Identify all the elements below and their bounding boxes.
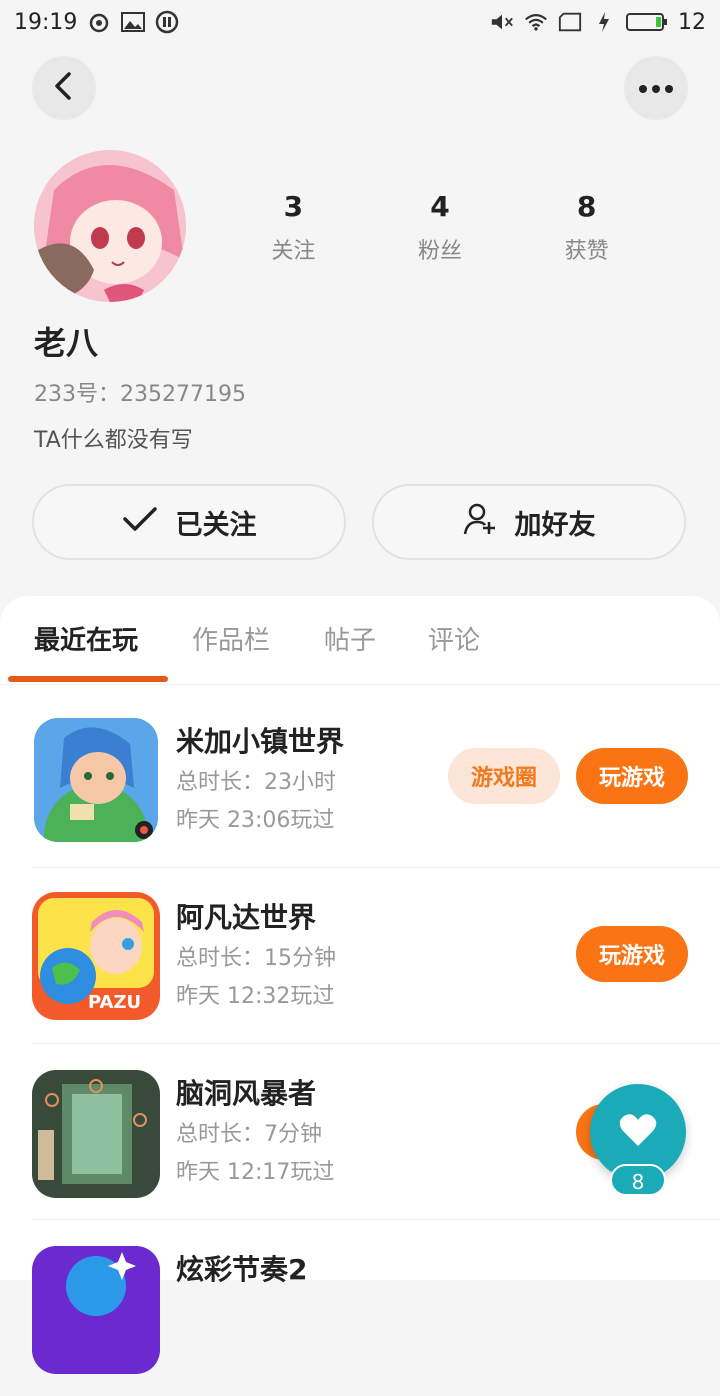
followed-label: 已关注 [175,509,257,541]
game-name: 米加小镇世界 [176,725,345,758]
stat-likes[interactable]: 8 获赞 [527,190,647,265]
game-row[interactable]: 米加小镇世界 总时长：23小时 昨天 23:06玩过 游戏圈 玩游戏 [0,692,720,868]
game-duration: 总时长：7分钟 [176,1122,322,1147]
user-id: 233号：235277195 [34,382,246,407]
game-duration: 总时长：15分钟 [176,946,336,971]
game-circle-button[interactable]: 游戏圈 [448,748,560,804]
game-row[interactable]: 炫彩节奏2 [0,1220,720,1396]
heart-icon [618,1112,658,1152]
wifi-icon [524,10,548,34]
stat-value: 4 [430,190,450,223]
alarm-icon [87,10,111,34]
game-name: 炫彩节奏2 [176,1253,308,1286]
game-icon-brain-storm [32,1070,160,1198]
image-icon [121,10,146,34]
stat-fans[interactable]: 4 粉丝 [380,190,500,265]
tab-recently-played[interactable]: 最近在玩 [34,620,138,657]
like-count-badge: 8 [610,1164,666,1196]
stat-value: 3 [283,190,304,223]
back-arrow-icon [52,71,76,105]
game-icon-avatar-world: PAZU [32,892,160,1020]
game-last-played: 昨天 23:06玩过 [176,808,335,833]
username: 老八 [34,324,99,362]
tab-posts[interactable]: 帖子 [324,620,376,657]
battery-icon [626,10,668,34]
more-dots-icon [638,79,674,98]
game-name: 阿凡达世界 [176,901,317,934]
profile-tabs: 最近在玩 作品栏 帖子 评论 [0,596,720,685]
tab-works[interactable]: 作品栏 [192,620,270,657]
profile-stats: 3 关注 4 粉丝 8 获赞 [220,190,660,265]
followed-button[interactable]: 已关注 [32,484,346,560]
game-last-played: 昨天 12:32玩过 [176,984,335,1009]
play-game-button[interactable]: 玩游戏 [576,748,688,804]
stat-label: 获赞 [564,239,609,264]
stat-label: 关注 [271,239,316,264]
status-time: 19:19 [14,9,78,35]
mute-icon [490,10,514,34]
stat-value: 8 [576,190,597,223]
game-row[interactable]: PAZU 阿凡达世界 总时长：15分钟 昨天 12:32玩过 玩游戏 [0,868,720,1044]
status-bar: 19:19 12 [0,0,720,44]
game-last-played: 昨天 12:17玩过 [176,1160,335,1185]
checkmark-icon [122,505,158,540]
stat-label: 粉丝 [417,239,462,264]
charging-icon [592,10,616,34]
pazu-logo-text: PAZU [88,992,142,1013]
add-friend-label: 加好友 [514,509,596,541]
game-duration: 总时长：23小时 [176,770,336,795]
avatar[interactable] [34,150,186,302]
add-user-icon [463,502,497,543]
sim-icon [558,10,582,34]
stat-following[interactable]: 3 关注 [233,190,353,265]
back-button[interactable] [32,56,96,120]
game-name: 脑洞风暴者 [176,1077,317,1110]
user-bio: TA什么都没有写 [34,428,193,453]
game-icon-rhythm [32,1246,160,1374]
active-tab-indicator [8,676,168,682]
add-friend-button[interactable]: 加好友 [372,484,686,560]
more-button[interactable] [624,56,688,120]
pause-icon [155,10,179,34]
tab-comments[interactable]: 评论 [428,620,480,657]
battery-level: 12 [678,9,706,35]
play-game-button[interactable]: 玩游戏 [576,926,688,982]
game-icon-miga [34,718,158,842]
